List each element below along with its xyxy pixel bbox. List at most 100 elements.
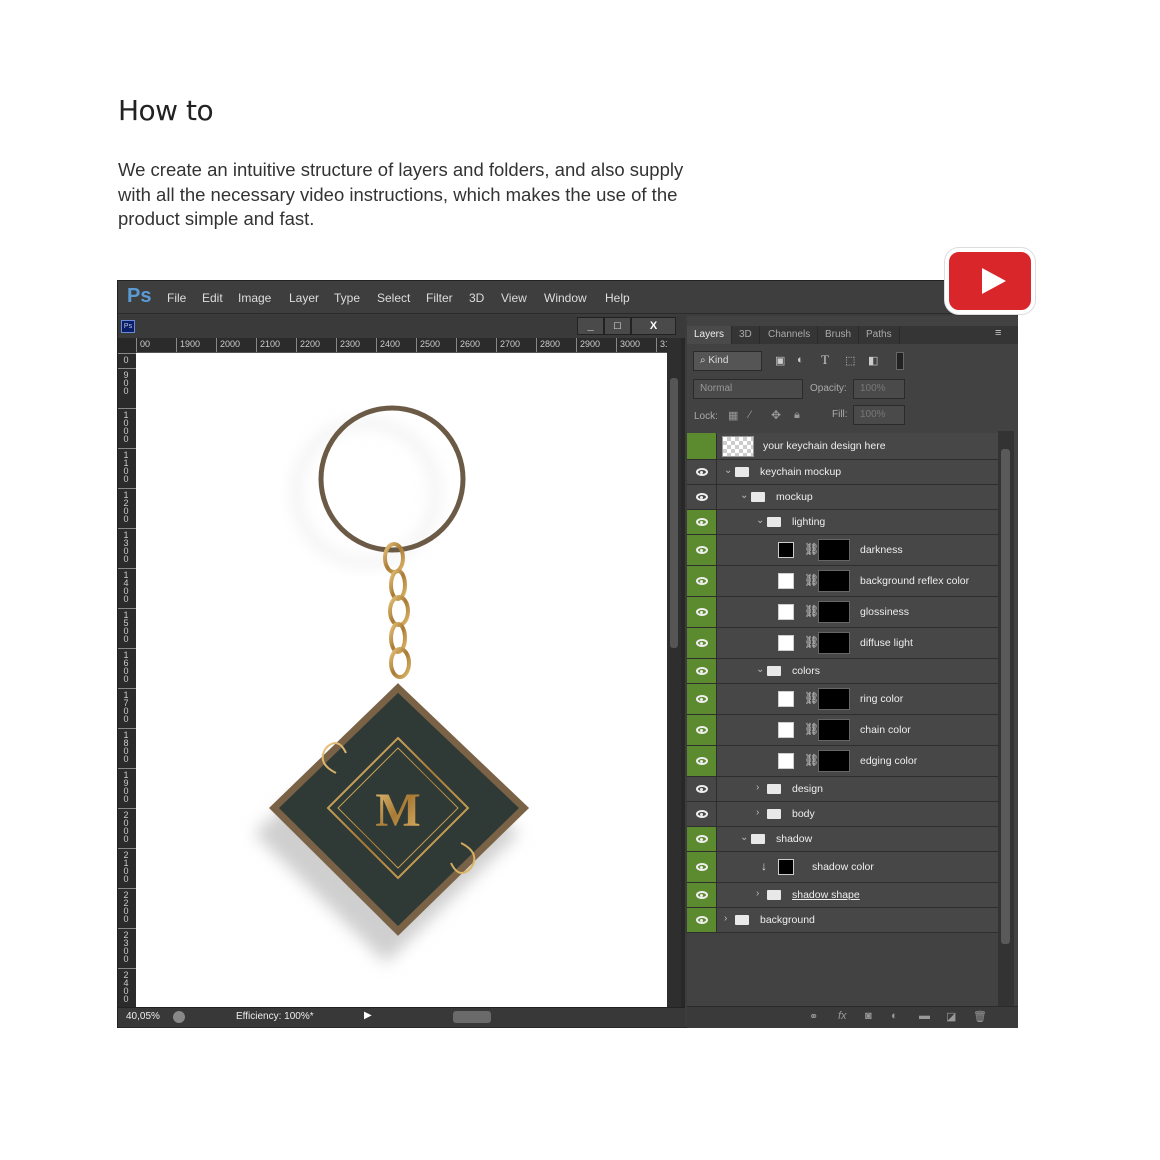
chevron-down-icon[interactable]: ⌄	[740, 832, 748, 843]
menu-view[interactable]: View	[501, 291, 527, 305]
add-mask-icon[interactable]: ◙	[865, 1010, 872, 1022]
zoom-level[interactable]: 40,05%	[126, 1011, 160, 1022]
blend-mode-select[interactable]: Normal	[693, 379, 803, 399]
link-icon[interactable]: ⛓	[804, 691, 819, 705]
menu-select[interactable]: Select	[377, 291, 410, 305]
layer-row[interactable]: ⛓ chain color	[687, 715, 998, 746]
lock-pixels-icon[interactable]: ∕	[749, 409, 751, 421]
fill-swatch[interactable]	[778, 542, 794, 558]
filter-toggle[interactable]	[896, 352, 904, 370]
visibility-toggle[interactable]	[687, 510, 717, 534]
visibility-toggle[interactable]	[687, 485, 717, 509]
layer-row[interactable]: ⛓ edging color	[687, 746, 998, 777]
chevron-right-icon[interactable]: ›	[724, 913, 727, 924]
layer-row[interactable]: ⌄ shadow	[687, 827, 998, 852]
layer-row[interactable]: ⌄ lighting	[687, 510, 998, 535]
layer-row[interactable]: ⌄ mockup	[687, 485, 998, 510]
visibility-toggle[interactable]	[687, 827, 717, 851]
link-icon[interactable]: ⛓	[804, 722, 819, 736]
layer-row[interactable]: › body	[687, 802, 998, 827]
link-icon[interactable]: ⛓	[804, 573, 819, 587]
shape-filter-icon[interactable]: ⬚	[845, 354, 855, 367]
visibility-toggle[interactable]	[687, 746, 717, 776]
tab-paths[interactable]: Paths	[859, 326, 900, 344]
lock-position-icon[interactable]: ✥	[771, 408, 781, 422]
menu-edit[interactable]: Edit	[202, 291, 223, 305]
chevron-down-icon[interactable]: ⌄	[756, 664, 764, 675]
tab-brush[interactable]: Brush	[818, 326, 860, 344]
type-filter-icon[interactable]: T	[821, 352, 829, 368]
visibility-toggle[interactable]	[687, 684, 717, 714]
new-group-icon[interactable]: ▬	[919, 1010, 930, 1022]
layer-row[interactable]: › shadow shape	[687, 883, 998, 908]
link-icon[interactable]: ⛓	[804, 604, 819, 618]
layer-row[interactable]: ⌄ keychain mockup	[687, 460, 998, 485]
layer-mask-thumbnail[interactable]	[818, 688, 850, 710]
fill-swatch[interactable]	[778, 753, 794, 769]
menu-window[interactable]: Window	[544, 291, 587, 305]
menu-layer[interactable]: Layer	[289, 291, 319, 305]
menu-image[interactable]: Image	[238, 291, 271, 305]
visibility-toggle[interactable]	[687, 597, 717, 627]
layer-row[interactable]: ⛓ diffuse light	[687, 628, 998, 659]
lock-transparency-icon[interactable]: ▦	[728, 409, 738, 422]
filter-kind-select[interactable]: ⌕ Kind	[693, 351, 762, 371]
image-filter-icon[interactable]: ▣	[775, 354, 785, 367]
visibility-toggle[interactable]	[687, 460, 717, 484]
fx-icon[interactable]: fx	[838, 1010, 847, 1022]
visibility-toggle[interactable]	[687, 908, 717, 932]
visibility-toggle[interactable]	[687, 535, 717, 565]
canvas[interactable]: M	[136, 353, 667, 1007]
visibility-toggle[interactable]	[687, 433, 717, 459]
visibility-toggle[interactable]	[687, 628, 717, 658]
lock-all-icon[interactable]: 🔒︎	[794, 409, 800, 422]
chevron-right-icon[interactable]: ›	[756, 807, 759, 818]
scroll-thumb[interactable]	[670, 378, 678, 648]
menu-3d[interactable]: 3D	[469, 291, 484, 305]
fill-swatch[interactable]	[778, 859, 794, 875]
layer-row[interactable]: ⛓ ring color	[687, 684, 998, 715]
chevron-right-icon[interactable]: ›	[756, 888, 759, 899]
tab-layers[interactable]: Layers	[687, 326, 733, 344]
layers-scroll-thumb[interactable]	[1001, 449, 1010, 944]
link-icon[interactable]: ⛓	[804, 542, 819, 556]
chevron-right-icon[interactable]: ›	[756, 782, 759, 793]
fill-swatch[interactable]	[778, 604, 794, 620]
tab-channels[interactable]: Channels	[761, 326, 819, 344]
layer-row[interactable]: ⛓ glossiness	[687, 597, 998, 628]
menu-help[interactable]: Help	[605, 291, 630, 305]
minimize-button[interactable]: _	[577, 317, 604, 335]
fill-swatch[interactable]	[778, 691, 794, 707]
layer-row[interactable]: ⛓ darkness	[687, 535, 998, 566]
smart-object-filter-icon[interactable]: ◧	[868, 354, 878, 367]
new-layer-icon[interactable]: ◪	[946, 1010, 956, 1023]
link-icon[interactable]: ⛓	[804, 635, 819, 649]
layer-row[interactable]: › background	[687, 908, 998, 933]
layer-mask-thumbnail[interactable]	[818, 601, 850, 623]
layers-scrollbar[interactable]	[998, 431, 1014, 1006]
visibility-toggle[interactable]	[687, 777, 717, 801]
layer-row[interactable]: ⛓ background reflex color	[687, 566, 998, 597]
visibility-toggle[interactable]	[687, 715, 717, 745]
status-arrow-icon[interactable]: ▶	[364, 1010, 372, 1021]
menu-filter[interactable]: Filter	[426, 291, 453, 305]
youtube-play-button[interactable]	[945, 248, 1035, 314]
link-icon[interactable]: ⛓	[804, 753, 819, 767]
visibility-toggle[interactable]	[687, 659, 717, 683]
menu-type[interactable]: Type	[334, 291, 360, 305]
vertical-scrollbar[interactable]	[667, 338, 681, 1007]
visibility-toggle[interactable]	[687, 852, 717, 882]
visibility-toggle[interactable]	[687, 883, 717, 907]
layer-mask-thumbnail[interactable]	[818, 539, 850, 561]
layer-mask-thumbnail[interactable]	[818, 719, 850, 741]
close-button[interactable]: X	[631, 317, 676, 335]
maximize-button[interactable]: □	[604, 317, 631, 335]
delete-layer-icon[interactable]: 🗑︎	[973, 1010, 987, 1023]
layer-mask-thumbnail[interactable]	[818, 750, 850, 772]
fill-swatch[interactable]	[778, 722, 794, 738]
chevron-down-icon[interactable]: ⌄	[740, 490, 748, 501]
visibility-toggle[interactable]	[687, 802, 717, 826]
adjustment-filter-icon[interactable]: ◐	[797, 354, 804, 366]
layer-mask-thumbnail[interactable]	[818, 570, 850, 592]
menu-file[interactable]: File	[167, 291, 186, 305]
